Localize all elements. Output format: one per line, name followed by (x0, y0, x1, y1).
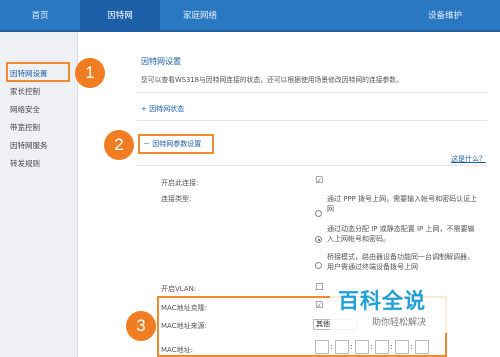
vlan-checkbox[interactable]: □ (315, 282, 324, 292)
tab-maintenance[interactable]: 设备维护 (390, 0, 500, 32)
step-badge-3: 3 (126, 311, 156, 341)
tab-home[interactable]: 首页 (0, 0, 80, 32)
highlight-box-2 (138, 134, 214, 154)
help-link[interactable]: 这是什么？ (451, 154, 486, 164)
divider (137, 120, 487, 121)
section-title: 因特网设置 (141, 57, 181, 66)
connection-type-label: 连接类型: (161, 195, 192, 203)
sidebar-item-bandwidth[interactable]: 带宽控制 (10, 122, 40, 133)
tab-internet[interactable]: 因特网 (80, 0, 160, 32)
radio-bridge[interactable] (315, 262, 322, 269)
option-dynamic-line2: 入上网帐号和密码。 (327, 235, 390, 243)
option-bridge-line1: 桥接模式，路由器设备功能同一台调制解调器， (327, 253, 474, 261)
radio-dynamic-ip[interactable] (315, 236, 322, 243)
enable-connection-checkbox[interactable]: ☑ (315, 176, 323, 186)
sidebar-item-forwarding[interactable]: 转发规则 (10, 158, 40, 169)
sidebar-item-internet-service[interactable]: 因特网服务 (10, 140, 48, 151)
top-nav: 首页 因特网 家庭网络 设备维护 (0, 0, 500, 32)
option-bridge-line2: 用户需通过终端设备拨号上网 (327, 263, 418, 271)
vlan-label: 开启VLAN: (161, 285, 197, 293)
enable-connection-label: 开启此连接: (161, 179, 199, 187)
section-description: 您可以查看WS318与因特网连接的状态，还可以根据使用场景修改因特网的连接参数。 (141, 76, 403, 84)
watermark-title: 百科全说 (338, 289, 426, 313)
divider (137, 165, 487, 166)
step-badge-2: 2 (104, 130, 134, 160)
watermark: 百科全说 助你轻松解决 (330, 283, 500, 343)
internet-status-header[interactable]: + 因特网状态 (141, 104, 184, 114)
option-pppoe-line1: 通过 PPP 拨号上网，需要输入帐号和密码认证上 (327, 195, 478, 203)
sidebar-item-parental-control[interactable]: 家长控制 (10, 86, 40, 97)
radio-pppoe[interactable] (315, 210, 322, 217)
option-pppoe-line2: 网 (327, 205, 334, 213)
watermark-subtitle: 助你轻松解决 (372, 318, 427, 328)
highlight-box-1 (6, 62, 70, 82)
tab-home-network[interactable]: 家庭网络 (160, 0, 240, 32)
divider (137, 92, 487, 93)
sidebar-item-network-security[interactable]: 网络安全 (10, 104, 40, 115)
option-dynamic-line1: 通过动态分配 IP 或静态配置 IP 上网，不需要输 (327, 225, 475, 233)
